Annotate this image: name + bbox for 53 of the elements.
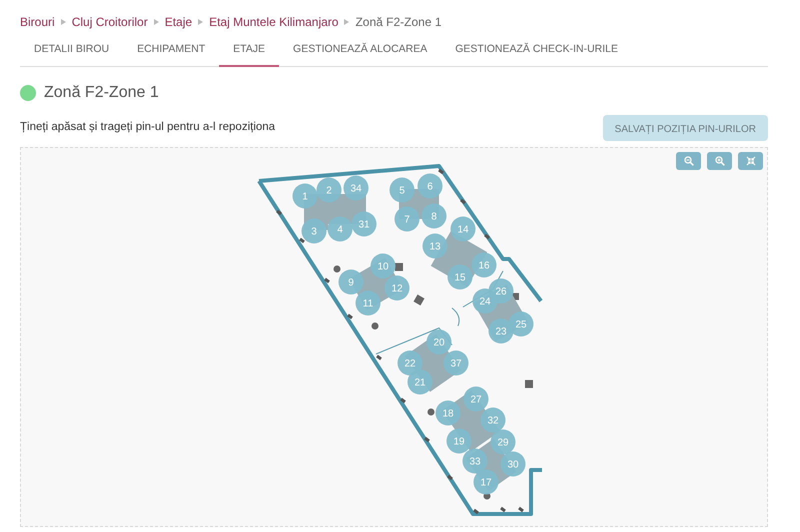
desk-pin[interactable]: 14 xyxy=(450,216,476,242)
zoom-out-button[interactable] xyxy=(676,152,701,170)
desk-pin[interactable]: 21 xyxy=(408,369,432,394)
separator-icon xyxy=(154,19,159,25)
desk-pin[interactable]: 3 xyxy=(302,218,326,244)
zoom-in-icon xyxy=(714,156,724,166)
desk-pin[interactable]: 7 xyxy=(394,206,420,232)
desk-pin[interactable]: 5 xyxy=(390,177,414,202)
zone-title: Zonă F2-Zone 1 xyxy=(44,82,159,103)
desk-pin[interactable]: 19 xyxy=(446,428,472,454)
desk-pin[interactable]: 4 xyxy=(328,216,352,242)
breadcrumb-current: Zonă F2-Zone 1 xyxy=(355,14,442,31)
desk-pin[interactable]: 31 xyxy=(352,211,376,236)
fit-screen-button[interactable] xyxy=(738,152,763,170)
desk-pin[interactable]: 10 xyxy=(370,253,396,278)
tab[interactable]: GESTIONEAZĂ CHECK-IN-URILE xyxy=(441,36,632,67)
desk-pin[interactable]: 30 xyxy=(500,451,526,476)
instruction-text: Țineți apăsat și trageți pin-ul pentru a-l repoziționa xyxy=(20,120,276,136)
desk-pin[interactable]: 24 xyxy=(472,288,498,314)
desk-pin[interactable]: 13 xyxy=(422,233,448,258)
desk-pin[interactable]: 34 xyxy=(344,175,368,200)
separator-icon xyxy=(60,19,66,25)
tab[interactable]: GESTIONEAZĂ ALOCAREA xyxy=(279,36,442,67)
breadcrumb-link[interactable]: Etaje xyxy=(164,13,192,31)
separator-icon xyxy=(344,19,350,25)
zoom-out-icon xyxy=(684,156,694,166)
desk-pin[interactable]: 1 xyxy=(292,183,318,208)
tab[interactable]: ETAJE xyxy=(219,36,280,67)
desk-pin[interactable]: 23 xyxy=(488,318,514,344)
tab[interactable]: ECHIPAMENT xyxy=(123,36,220,67)
desk-pin[interactable]: 33 xyxy=(462,448,488,474)
desk-pin[interactable]: 16 xyxy=(472,252,496,278)
desk-pin[interactable]: 18 xyxy=(436,400,460,426)
desk-pin[interactable]: 32 xyxy=(480,407,506,432)
desk-pin[interactable]: 15 xyxy=(448,264,472,290)
desk-pin[interactable]: 6 xyxy=(418,173,442,198)
desk-pin[interactable]: 20 xyxy=(426,329,452,354)
separator-icon xyxy=(198,19,204,25)
breadcrumb-link[interactable]: Birouri xyxy=(20,13,55,31)
desk-pin[interactable]: 8 xyxy=(422,203,446,228)
tab[interactable]: DETALII BIROU xyxy=(20,36,124,67)
desk-pin[interactable]: 11 xyxy=(356,290,380,316)
desk-pin[interactable]: 27 xyxy=(464,386,488,412)
desk-pin[interactable]: 17 xyxy=(474,469,498,494)
desk-pin[interactable]: 2 xyxy=(316,177,342,202)
desk-pin[interactable]: 9 xyxy=(338,269,364,294)
desk-pin[interactable]: 37 xyxy=(444,350,468,376)
desk-pin[interactable]: 12 xyxy=(384,275,410,300)
breadcrumb-link[interactable]: Cluj Croitorilor xyxy=(72,13,148,31)
breadcrumb-link[interactable]: Etaj Muntele Kilimanjaro xyxy=(209,13,338,31)
zoom-in-button[interactable] xyxy=(707,152,732,170)
desk-pin[interactable]: 29 xyxy=(490,429,516,454)
collapse-icon xyxy=(746,156,756,166)
